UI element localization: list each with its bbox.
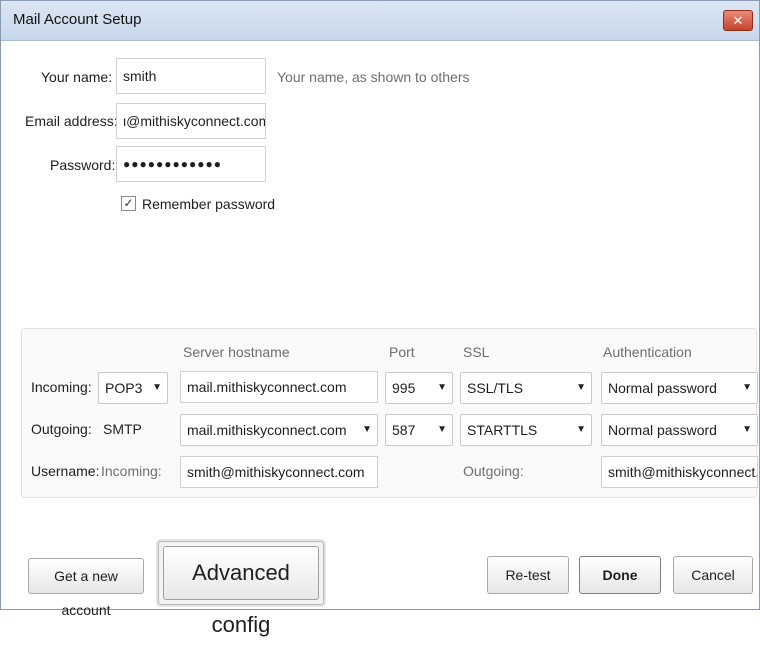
outgoing-hostname-value: mail.mithiskyconnect.com [187, 422, 347, 438]
outgoing-auth-select[interactable]: Normal password ▼ [601, 414, 758, 446]
username-outgoing-label: Outgoing: [463, 463, 524, 479]
incoming-protocol-select[interactable]: POP3 ▼ [98, 372, 168, 404]
port-column-header: Port [389, 344, 415, 360]
advanced-config-button[interactable]: Advanced config [163, 546, 319, 637]
chevron-down-icon: ▼ [742, 424, 752, 435]
chevron-down-icon: ▼ [437, 424, 447, 435]
title-bar: Mail Account Setup ✕ [1, 1, 759, 41]
retest-button[interactable]: Re-test [487, 556, 569, 594]
chevron-down-icon: ▼ [152, 382, 162, 393]
mail-account-setup-dialog: Mail Account Setup ✕ Your name: smith Yo… [0, 0, 760, 637]
ssl-column-header: SSL [463, 344, 490, 360]
outgoing-label: Outgoing: [31, 421, 92, 437]
chevron-down-icon: ▼ [362, 424, 372, 435]
name-label: Your name: [41, 69, 113, 85]
name-input[interactable]: smith [116, 58, 266, 94]
outgoing-ssl-value: STARTTLS [467, 422, 538, 438]
incoming-auth-select[interactable]: Normal password ▼ [601, 372, 758, 404]
outgoing-ssl-select[interactable]: STARTTLS ▼ [460, 414, 592, 446]
remember-password-label: Remember password [142, 196, 276, 212]
email-input[interactable]: ι@mithiskyconnect.com [116, 103, 266, 139]
incoming-port-value: 995 [392, 380, 416, 396]
email-label: Email address: [25, 113, 118, 129]
chevron-down-icon: ▼ [576, 382, 586, 393]
incoming-label: Incoming: [31, 379, 92, 395]
incoming-ssl-value: SSL/TLS [467, 380, 524, 396]
cancel-button[interactable]: Cancel [673, 556, 753, 594]
chevron-down-icon: ▼ [576, 424, 586, 435]
outgoing-port-value: 587 [392, 422, 416, 438]
chevron-down-icon: ▼ [742, 382, 752, 393]
password-input[interactable]: ●●●●●●●●●●●● [116, 146, 266, 182]
incoming-port-select[interactable]: 995 ▼ [385, 372, 453, 404]
incoming-username-input[interactable]: smith@mithiskyconnect.com [180, 456, 378, 488]
incoming-hostname-input[interactable]: mail.mithiskyconnect.com [180, 371, 378, 403]
outgoing-port-select[interactable]: 587 ▼ [385, 414, 453, 446]
get-new-account-button[interactable]: Get a new account [28, 558, 144, 618]
incoming-auth-value: Normal password [608, 380, 717, 396]
close-icon: ✕ [732, 13, 744, 28]
name-hint: Your name, as shown to others [277, 69, 470, 85]
close-button[interactable]: ✕ [723, 10, 753, 31]
done-button[interactable]: Done [579, 556, 661, 594]
chevron-down-icon: ▼ [437, 382, 447, 393]
username-label: Username: [31, 463, 100, 479]
outgoing-hostname-select[interactable]: mail.mithiskyconnect.com ▼ [180, 414, 378, 446]
window-title: Mail Account Setup [13, 11, 142, 28]
outgoing-username-input[interactable]: smith@mithiskyconnect.c [601, 456, 758, 488]
outgoing-auth-value: Normal password [608, 422, 717, 438]
incoming-ssl-select[interactable]: SSL/TLS ▼ [460, 372, 592, 404]
advanced-config-focus-ring: Advanced config [158, 541, 324, 637]
username-incoming-label: Incoming: [101, 463, 162, 479]
hostname-column-header: Server hostname [183, 344, 290, 360]
remember-password-checkbox[interactable]: ✓ [121, 196, 136, 211]
incoming-protocol-value: POP3 [105, 380, 143, 396]
auth-column-header: Authentication [603, 344, 692, 360]
outgoing-protocol: SMTP [103, 421, 142, 437]
password-label: Password: [50, 157, 116, 173]
checkmark-icon: ✓ [123, 196, 134, 210]
